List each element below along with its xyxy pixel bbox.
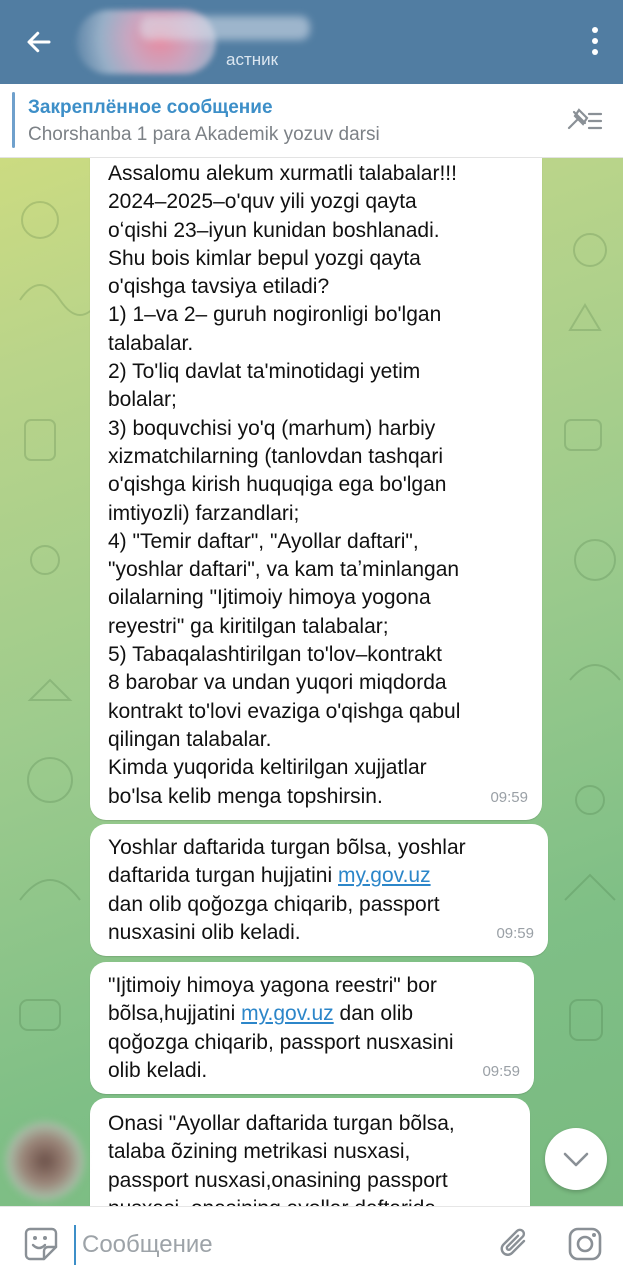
message-line: Assalomu alekum xurmatli talabalar!!! [108, 162, 457, 185]
message-line: Yoshlar daftarida turgan bõlsa, yoshlar [108, 836, 466, 859]
message-bubble[interactable]: Assalomu alekum xurmatli talabalar!!! 20… [90, 158, 542, 820]
message-line: qilingan talabalar. [108, 727, 272, 751]
message-line: xizmatchilarning (tanlovdan tashqari [108, 444, 444, 468]
attach-button[interactable] [496, 1225, 534, 1263]
message-line: o'qishga tavsiya etiladi? [108, 275, 330, 299]
message-line: imtiyozli) farzandlari; [108, 501, 300, 525]
chat-header: астник [0, 0, 623, 84]
more-vertical-icon [592, 27, 598, 33]
message-line: oilalarning "Ijtimoiy himoya yogona [108, 586, 431, 610]
message-line: 5) Tabaqalashtirilgan to'lov–kontrakt [108, 643, 442, 667]
back-arrow-icon [27, 31, 51, 53]
message-line: Kimda yuqorida keltirilgan xujjatlar [108, 756, 427, 780]
message-time: 09:59 [496, 924, 534, 942]
message-line: 8 barobar va undan yuqori miqdorda [108, 671, 447, 695]
message-line: bolalar; [108, 388, 177, 412]
message-line: bo'lsa kelib menga topshirsin. [108, 784, 383, 808]
message-line: 2024–2025–o'quv yili yozgi qayta [108, 190, 417, 214]
message-line: daftarida turgan hujjatini my.gov.uz [108, 862, 532, 890]
gov-link[interactable]: my.gov.uz [338, 864, 431, 887]
message-line: oʻqishi 23–iyun kunidan boshlanadi. [108, 218, 440, 242]
pinned-list-button[interactable] [565, 106, 605, 136]
message-line: bõlsa,hujjatini my.gov.uz dan olib [108, 1000, 518, 1028]
pinned-indicator [12, 92, 15, 148]
sender-avatar[interactable] [6, 1122, 84, 1200]
camera-button[interactable] [566, 1225, 604, 1263]
message-line: "Ijtimoiy himoya yagona reestri" bor [108, 974, 437, 997]
message-line: o'qishga kirish huquqiga ega bo'lgan [108, 473, 447, 497]
message-line: talaba õzining metrikasi nusxasi, [108, 1140, 411, 1164]
pinned-text: Chorshanba 1 para Akademik yozuv darsi [28, 124, 380, 145]
message-input-bar [0, 1206, 623, 1280]
emoji-icon [24, 1227, 58, 1261]
chat-subtitle: астник [226, 50, 279, 69]
chat-title-blurred[interactable] [140, 16, 310, 40]
message-line: olib keladi. [108, 1058, 208, 1082]
message-line: 4) "Temir daftar", "Ayollar daftari", [108, 529, 419, 553]
message-line: qoğozga chiqarib, passport nusxasini [108, 1030, 454, 1054]
message-time: 09:59 [482, 1062, 520, 1080]
message-input[interactable] [74, 1225, 474, 1265]
message-text: dan olib [333, 1002, 414, 1026]
message-line: reyestri" ga kiritilgan talabalar; [108, 614, 389, 638]
camera-icon [568, 1227, 602, 1261]
message-line: talabalar. [108, 331, 194, 355]
message-line: nusxasini olib keladi. [108, 920, 301, 944]
message-bubble[interactable]: Yoshlar daftarida turgan bõlsa, yoshlar … [90, 824, 548, 956]
message-line: 1) 1–va 2– guruh nogironligi bo'lgan [108, 303, 442, 327]
message-time: 09:59 [490, 788, 528, 806]
message-text: daftarida turgan hujjatini [108, 864, 338, 888]
message-bubble[interactable]: "Ijtimoiy himoya yagona reestri" bor bõl… [90, 962, 534, 1094]
message-line: passport nusxasi,onasining passport [108, 1168, 448, 1192]
emoji-button[interactable] [22, 1225, 60, 1263]
more-menu-button[interactable] [583, 24, 607, 62]
back-button[interactable] [20, 22, 64, 62]
message-line: dan olib qoğozga chiqarib, passport [108, 892, 440, 916]
gov-link[interactable]: my.gov.uz [241, 1002, 334, 1025]
message-text: bõlsa,hujjatini [108, 1002, 242, 1026]
message-line: Onasi "Ayollar daftarida turgan bõlsa, [108, 1112, 455, 1135]
message-line: kontrakt to'lovi evaziga o'qishga qabul [108, 699, 461, 723]
message-line: 3) boquvchisi yo'q (marhum) harbiy [108, 416, 436, 440]
pinned-message-bar[interactable]: Закреплённое сообщение Chorshanba 1 para… [0, 84, 623, 158]
scroll-down-button[interactable] [545, 1128, 607, 1190]
message-line: "yoshlar daftari", va kam taʼminlangan [108, 558, 460, 582]
message-line: Shu bois kimlar bepul yozgi qayta [108, 246, 421, 270]
chevron-down-icon [563, 1152, 589, 1167]
pinned-list-icon [567, 108, 603, 130]
pinned-title: Закреплённое сообщение [28, 97, 273, 118]
message-line: 2) To'liq davlat ta'minotidagi yetim [108, 360, 421, 384]
paperclip-icon [500, 1228, 526, 1256]
